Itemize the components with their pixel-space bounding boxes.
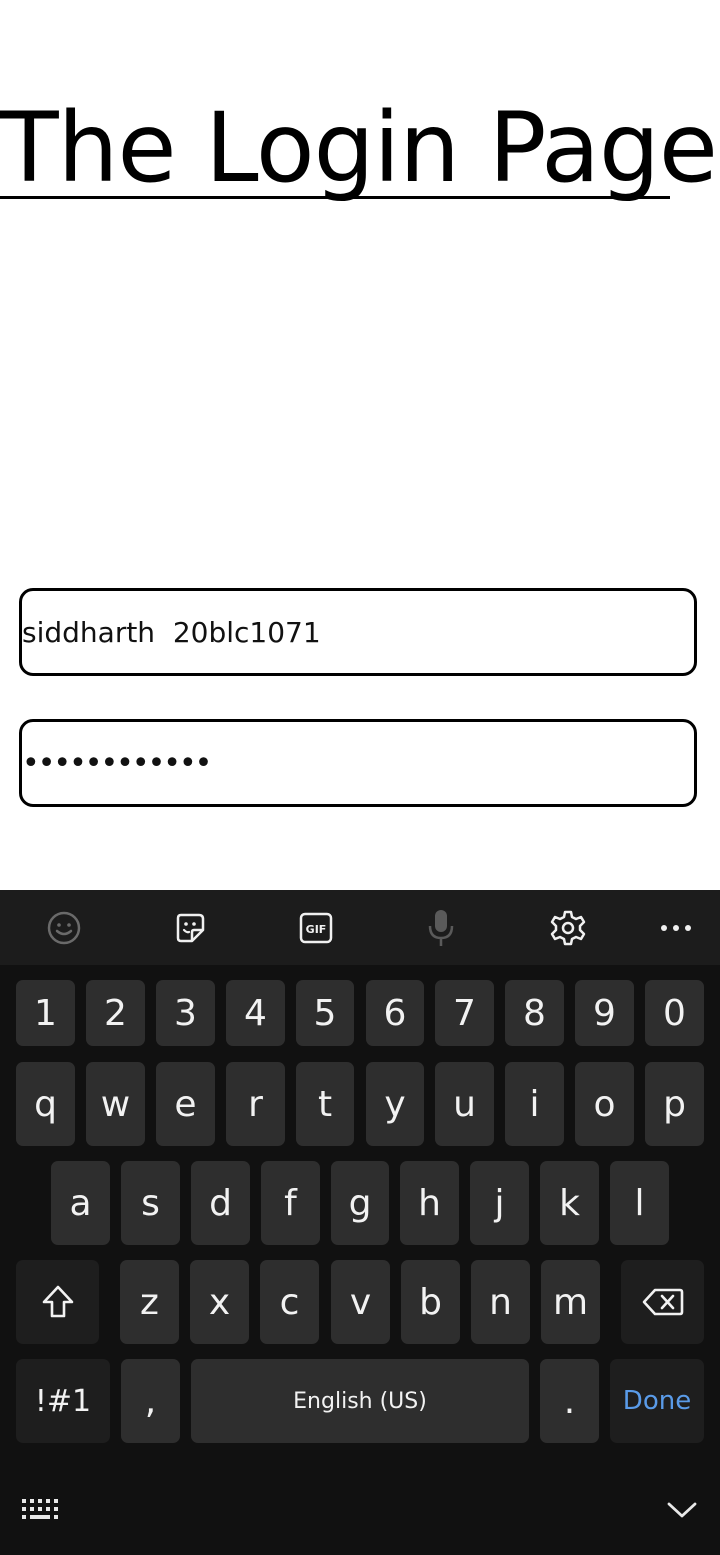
keyboard-switch-icon[interactable] — [20, 1492, 60, 1528]
key-m[interactable]: m — [541, 1260, 600, 1344]
username-field[interactable]: siddharth 20blc1071 — [19, 588, 697, 676]
key-e[interactable]: e — [156, 1062, 215, 1146]
key-6[interactable]: 6 — [366, 980, 424, 1046]
key-d[interactable]: d — [191, 1161, 250, 1245]
backspace-key[interactable] — [621, 1260, 704, 1344]
key-5[interactable]: 5 — [296, 980, 354, 1046]
gif-icon[interactable]: GIF — [296, 908, 336, 948]
key-x[interactable]: x — [190, 1260, 249, 1344]
more-icon[interactable] — [656, 908, 696, 948]
key-2[interactable]: 2 — [86, 980, 145, 1046]
title-underline — [0, 196, 670, 199]
key-z[interactable]: z — [120, 1260, 179, 1344]
key-n[interactable]: n — [471, 1260, 530, 1344]
key-v[interactable]: v — [331, 1260, 390, 1344]
key-y[interactable]: y — [366, 1062, 424, 1146]
key-i[interactable]: i — [505, 1062, 564, 1146]
settings-icon[interactable] — [548, 908, 588, 948]
done-key[interactable]: Done — [610, 1359, 704, 1443]
key-a[interactable]: a — [51, 1161, 110, 1245]
key-l[interactable]: l — [610, 1161, 669, 1245]
key-h[interactable]: h — [400, 1161, 459, 1245]
hide-keyboard-chevron-down-icon[interactable] — [662, 1492, 702, 1528]
key-g[interactable]: g — [331, 1161, 389, 1245]
keyboard-toolbar: GIF — [0, 890, 720, 965]
key-j[interactable]: j — [470, 1161, 529, 1245]
key-o[interactable]: o — [575, 1062, 634, 1146]
microphone-icon[interactable] — [421, 908, 461, 948]
key-k[interactable]: k — [540, 1161, 599, 1245]
key-3[interactable]: 3 — [156, 980, 215, 1046]
key-c[interactable]: c — [260, 1260, 319, 1344]
sticker-icon[interactable] — [170, 908, 210, 948]
key-9[interactable]: 9 — [575, 980, 634, 1046]
period-key[interactable]: . — [540, 1359, 599, 1443]
password-value: •••••••••••• — [22, 745, 212, 781]
key-0[interactable]: 0 — [645, 980, 704, 1046]
password-field[interactable]: •••••••••••• — [19, 719, 697, 807]
key-s[interactable]: s — [121, 1161, 180, 1245]
key-u[interactable]: u — [435, 1062, 494, 1146]
login-screen: The Login Page . siddharth 20blc1071 •••… — [0, 0, 720, 1555]
key-7[interactable]: 7 — [435, 980, 494, 1046]
page-title: The Login Page . — [0, 92, 720, 204]
svg-text:GIF: GIF — [306, 923, 327, 936]
key-4[interactable]: 4 — [226, 980, 285, 1046]
shift-key[interactable] — [16, 1260, 99, 1344]
key-f[interactable]: f — [261, 1161, 320, 1245]
key-b[interactable]: b — [401, 1260, 460, 1344]
key-p[interactable]: p — [645, 1062, 704, 1146]
on-screen-keyboard: GIF 1 2 3 4 5 6 7 8 9 0 q w e r t y u i … — [0, 890, 720, 1555]
key-1[interactable]: 1 — [16, 980, 75, 1046]
space-key[interactable]: English (US) — [191, 1359, 529, 1443]
shift-arrow-icon — [42, 1285, 73, 1318]
backspace-icon — [642, 1288, 683, 1316]
key-q[interactable]: q — [16, 1062, 75, 1146]
username-value: siddharth 20blc1071 — [22, 615, 321, 649]
key-t[interactable]: t — [296, 1062, 354, 1146]
emoji-icon[interactable] — [44, 908, 84, 948]
symbols-key[interactable]: !#1 — [16, 1359, 110, 1443]
comma-key[interactable]: , — [121, 1359, 180, 1443]
key-r[interactable]: r — [226, 1062, 285, 1146]
key-8[interactable]: 8 — [505, 980, 564, 1046]
key-w[interactable]: w — [86, 1062, 145, 1146]
